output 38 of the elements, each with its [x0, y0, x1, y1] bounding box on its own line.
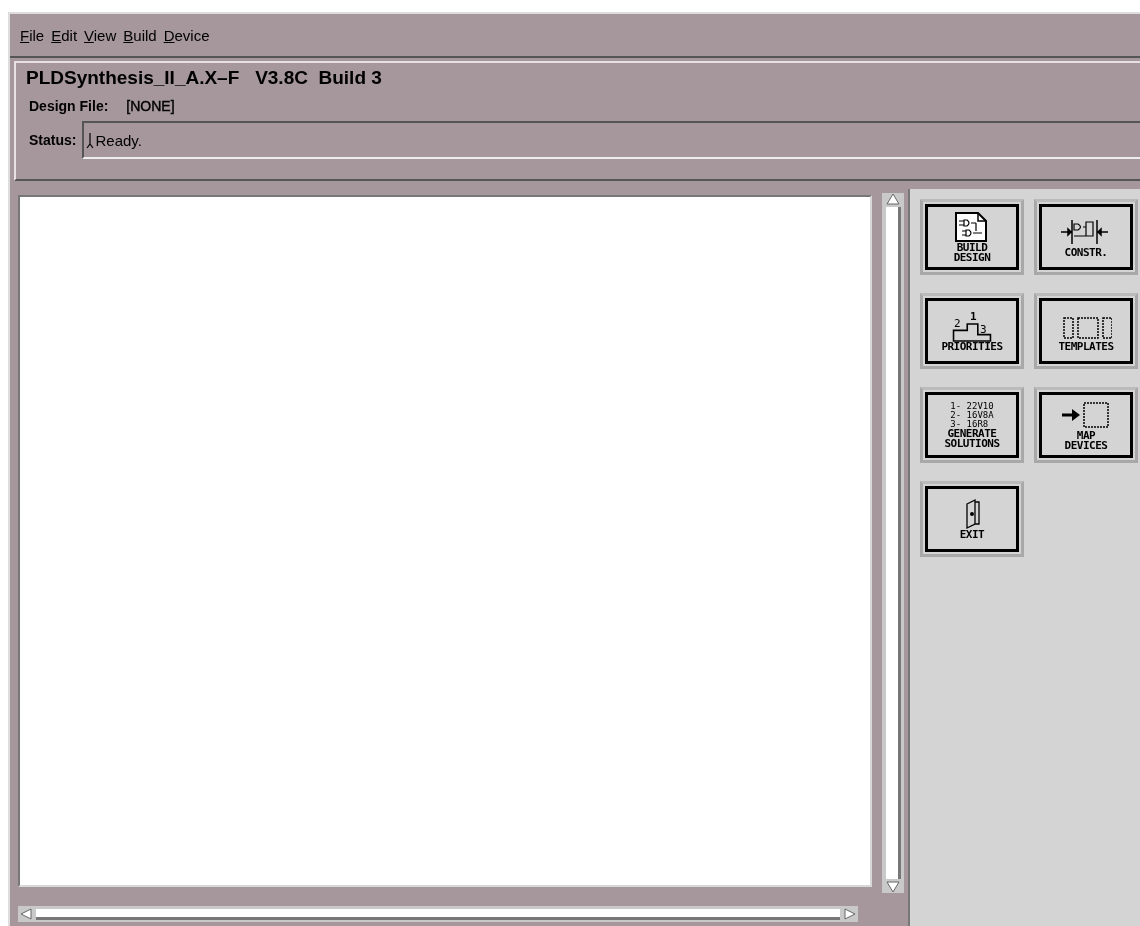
menu-item[interactable]: Edit — [51, 26, 78, 44]
design-file-label: Design File: — [29, 98, 109, 114]
status-text: Ready. — [95, 131, 142, 149]
tool-button[interactable]: 1- 22V10 2- 16V8A 3- 16R8 GENERATE SOLUTIONS — [920, 387, 1024, 463]
tool-label: CONSTR. — [1064, 248, 1108, 258]
tool-label: PRIORITIES — [941, 342, 1003, 352]
tool-button[interactable]: TEMPLATES — [1034, 293, 1138, 369]
solution-line: 1- 22V10 — [950, 401, 994, 411]
tool-label: EXIT — [959, 530, 985, 540]
text-cursor-icon — [86, 131, 95, 149]
menu-item[interactable]: View — [84, 26, 117, 44]
status-label: Status: — [29, 132, 77, 148]
rank-number: 2 — [954, 318, 961, 329]
tool-label: BUILD DESIGN — [953, 243, 991, 263]
scroll-left-arrow-icon[interactable] — [20, 908, 32, 920]
scroll-right-arrow-icon[interactable] — [844, 908, 856, 920]
tool-label: GENERATE SOLUTIONS — [944, 428, 1000, 449]
tool-label: MAP DEVICES — [1064, 431, 1108, 451]
vertical-scrollbar[interactable] — [882, 193, 904, 893]
tool-button[interactable]: MAP DEVICES — [1034, 387, 1138, 463]
solution-line: 3- 16R8 — [950, 419, 989, 429]
scroll-up-arrow-icon[interactable] — [886, 193, 900, 205]
solution-line: 2- 16V8A — [950, 410, 994, 420]
arrow-to-chip-icon — [1060, 399, 1112, 431]
menu-item[interactable]: File — [20, 26, 45, 44]
tool-button[interactable]: CONSTR. — [1034, 199, 1138, 275]
menu-item[interactable]: Device — [163, 26, 210, 44]
design-file-value: [NONE] — [126, 98, 175, 114]
rank-number: 1 — [970, 311, 977, 322]
app-title: PLDSynthesis_II_A.X–F V3.8C Build 3 — [26, 67, 383, 90]
menu-item[interactable]: Build — [123, 26, 157, 44]
tool-button[interactable]: EXIT — [920, 481, 1024, 557]
rank-number: 3 — [980, 324, 987, 335]
tool-label: TEMPLATES — [1058, 342, 1114, 352]
tool-button[interactable]: 2 1 3 PRIORITIES — [920, 293, 1024, 369]
scroll-down-arrow-icon[interactable] — [886, 881, 900, 893]
horizontal-scrollbar[interactable] — [18, 906, 858, 922]
tool-button[interactable]: BUILD DESIGN — [920, 199, 1024, 275]
